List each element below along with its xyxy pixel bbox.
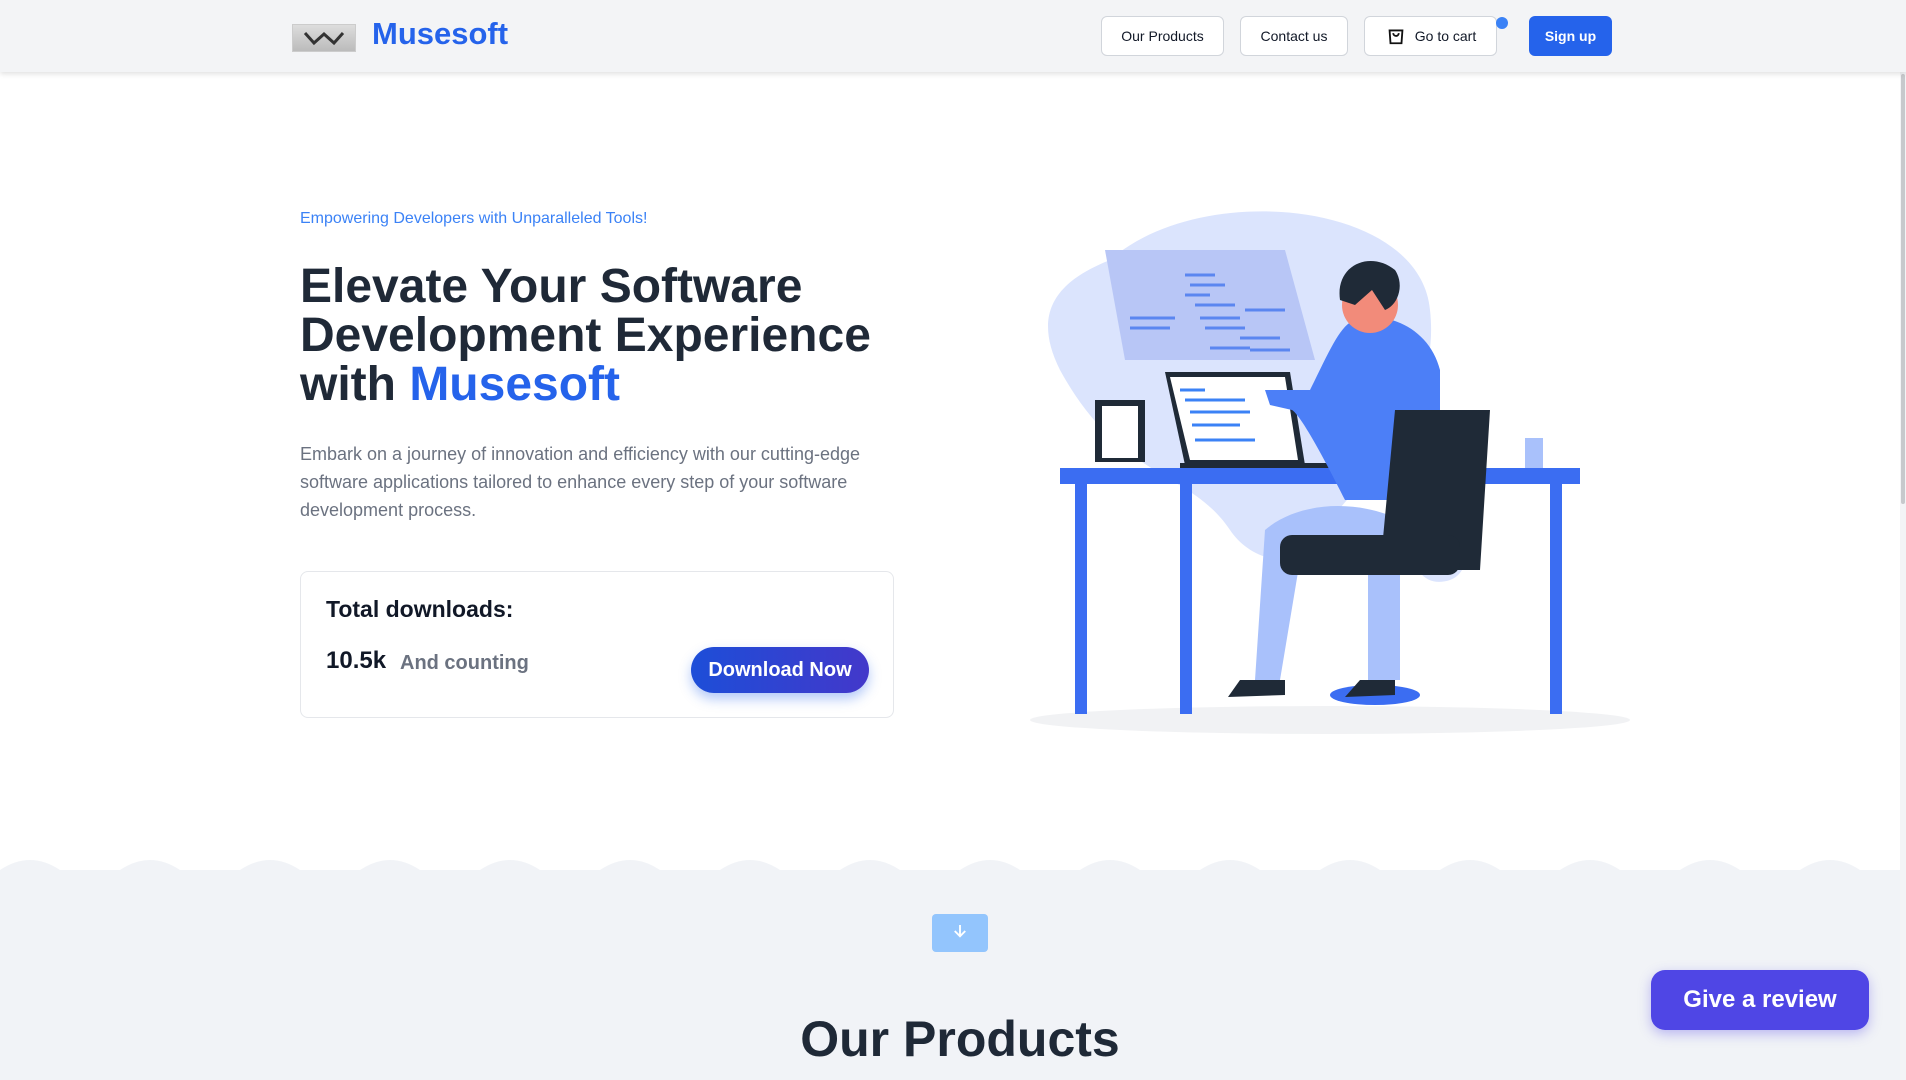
developer-illustration bbox=[1030, 211, 1630, 734]
our-products-button[interactable]: Our Products bbox=[1101, 16, 1224, 56]
chair-pole bbox=[1368, 575, 1382, 690]
shoe-right bbox=[1345, 680, 1395, 697]
cart-notification-dot bbox=[1496, 17, 1508, 29]
give-a-review-button[interactable]: Give a review bbox=[1651, 970, 1869, 1030]
illustration-shadow bbox=[1030, 706, 1630, 734]
headline-accent: Musesoft bbox=[409, 358, 620, 411]
downloads-count: 10.5k bbox=[326, 647, 387, 674]
go-to-cart-button[interactable]: Go to cart bbox=[1364, 16, 1497, 56]
contact-us-label: Contact us bbox=[1260, 28, 1328, 44]
desk-leg bbox=[1180, 484, 1192, 714]
our-products-heading: Our Products bbox=[800, 1011, 1120, 1067]
desk-leg bbox=[1075, 484, 1087, 714]
desk-top bbox=[1060, 468, 1580, 484]
give-a-review-label: Give a review bbox=[1683, 986, 1837, 1013]
monitor-screen bbox=[1102, 406, 1138, 458]
contact-us-button[interactable]: Contact us bbox=[1240, 16, 1348, 56]
downloads-subtitle: And counting bbox=[400, 652, 529, 674]
headline-prefix: with bbox=[300, 358, 410, 411]
headline-line-3: with Musesoft bbox=[300, 360, 920, 409]
hero-tagline: Empowering Developers with Unparalleled … bbox=[300, 210, 648, 227]
brand-name[interactable]: Musesoft bbox=[372, 16, 508, 52]
headline-line-1: Elevate Your Software bbox=[300, 260, 803, 313]
downloads-card: Total downloads: 10.5k And counting Down… bbox=[300, 571, 894, 718]
sign-up-label: Sign up bbox=[1544, 28, 1597, 44]
cup bbox=[1525, 438, 1543, 468]
shoe-left bbox=[1228, 680, 1285, 697]
sign-up-button[interactable]: Sign up bbox=[1529, 16, 1612, 56]
download-now-button[interactable]: Download Now bbox=[691, 647, 869, 693]
headline-line-2: Development Experience bbox=[300, 309, 871, 362]
chair-seat bbox=[1280, 535, 1460, 575]
scroll-down-button[interactable] bbox=[932, 914, 988, 952]
scrollbar-thumb[interactable] bbox=[1901, 74, 1905, 504]
go-to-cart-label: Go to cart bbox=[1414, 28, 1477, 44]
downloads-title: Total downloads: bbox=[326, 596, 514, 622]
hero-description: Embark on a journey of innovation and ef… bbox=[300, 444, 861, 520]
logo-icon[interactable] bbox=[292, 24, 356, 52]
desk-leg bbox=[1550, 484, 1562, 714]
download-now-label: Download Now bbox=[708, 658, 852, 681]
our-products-label: Our Products bbox=[1121, 28, 1204, 44]
hero-headline: Elevate Your Software Development Experi… bbox=[300, 262, 920, 409]
shopping-bag-icon bbox=[1385, 24, 1407, 49]
site-header: Musesoft Our Products Contact us Go to c… bbox=[0, 0, 1906, 72]
arrow-down-icon bbox=[951, 922, 969, 945]
